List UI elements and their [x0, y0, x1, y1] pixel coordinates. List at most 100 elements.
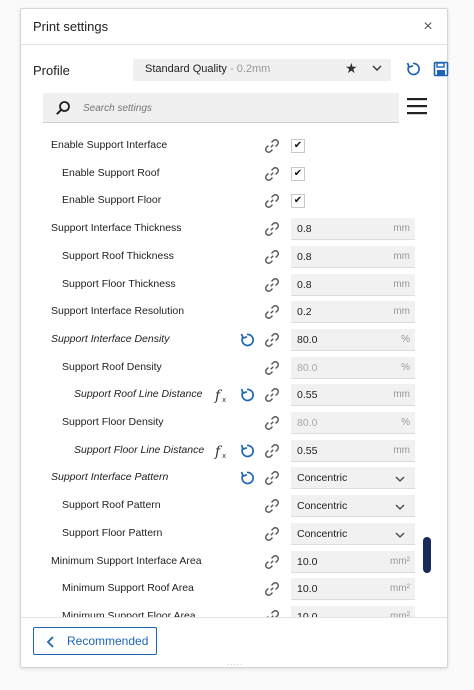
link-icon[interactable]	[264, 360, 280, 376]
reset-icon[interactable]	[239, 332, 255, 348]
setting-unit: mm²	[390, 583, 410, 595]
setting-row: Enable Support Floor ✔	[21, 188, 419, 214]
panel-header: Print settings ×	[21, 9, 447, 45]
setting-input[interactable]: 80.0%	[291, 328, 415, 351]
setting-input[interactable]: 0.55 mm	[291, 384, 415, 407]
setting-value: 80.0	[297, 333, 318, 346]
panel-title: Print settings	[33, 19, 109, 34]
profile-select[interactable]: Standard Quality - 0.2mm ★	[133, 59, 391, 81]
svg-text:x: x	[222, 452, 226, 459]
recommended-label: Recommended	[67, 634, 149, 648]
setting-row: Support Floor Pattern Concentric	[21, 521, 419, 547]
setting-row: Support Floor Thickness 0.8 mm	[21, 272, 419, 298]
setting-row: Minimum Support Floor Area 10.0 mm²	[21, 604, 419, 617]
setting-checkbox[interactable]: ✔	[291, 139, 305, 153]
profile-name: Standard Quality	[145, 63, 227, 75]
link-icon[interactable]	[264, 470, 280, 486]
setting-input: 80.0%	[291, 412, 415, 434]
setting-unit: mm	[393, 250, 410, 262]
setting-label: Enable Support Floor	[62, 194, 162, 207]
setting-row: Support Floor Line Distance f x 0.55 mm	[21, 438, 419, 464]
link-icon[interactable]	[264, 609, 280, 617]
setting-unit: mm²	[390, 555, 410, 567]
link-icon[interactable]	[264, 277, 280, 293]
setting-input[interactable]: 10.0 mm²	[291, 578, 415, 601]
setting-value: 0.55	[297, 444, 318, 457]
setting-input[interactable]: 0.8 mm	[291, 218, 415, 241]
setting-row: Support Roof Pattern Concentric	[21, 493, 419, 519]
setting-value: 0.55	[297, 389, 318, 402]
profile-variant: - 0.2mm	[226, 63, 271, 75]
link-icon[interactable]	[264, 554, 280, 570]
setting-label: Support Roof Pattern	[62, 499, 161, 512]
star-icon[interactable]: ★	[345, 60, 358, 77]
setting-dropdown[interactable]: Concentric	[291, 522, 415, 545]
setting-label: Minimum Support Floor Area	[62, 609, 196, 617]
setting-input[interactable]: 0.55 mm	[291, 439, 415, 462]
link-icon[interactable]	[264, 415, 280, 431]
setting-unit: mm	[393, 444, 410, 456]
scrollbar-thumb[interactable]	[423, 537, 431, 573]
link-icon[interactable]	[264, 221, 280, 237]
setting-input: 80.0%	[291, 356, 415, 379]
save-icon[interactable]	[433, 61, 449, 77]
reset-icon[interactable]	[239, 443, 255, 459]
link-icon[interactable]	[264, 138, 280, 154]
resize-grip[interactable]: .....	[227, 658, 243, 667]
setting-label: Support Interface Resolution	[51, 305, 185, 318]
setting-input[interactable]: 10.0 mm²	[291, 605, 415, 617]
setting-label: Minimum Support Roof Area	[62, 582, 194, 595]
setting-value: 10.0	[297, 555, 318, 568]
setting-value: Concentric	[297, 527, 348, 540]
setting-row: Support Roof Thickness 0.8 mm	[21, 244, 419, 270]
setting-row: Support Interface Resolution 0.2 mm	[21, 299, 419, 325]
link-icon[interactable]	[264, 443, 280, 459]
setting-checkbox[interactable]: ✔	[291, 194, 305, 209]
setting-row: Support Interface Thickness 0.8 mm	[21, 216, 419, 242]
reset-icon[interactable]	[405, 61, 421, 77]
function-icon[interactable]: fx	[213, 443, 229, 460]
setting-unit: mm	[393, 389, 410, 401]
setting-row: Support Roof Density 80.0%	[21, 355, 419, 381]
link-icon[interactable]	[264, 498, 280, 514]
setting-label: Support Interface Pattern	[51, 471, 169, 484]
setting-input[interactable]: 0.8 mm	[291, 245, 415, 268]
link-icon[interactable]	[264, 526, 280, 542]
link-icon[interactable]	[264, 581, 280, 597]
menu-icon[interactable]	[407, 97, 427, 115]
setting-row: Support Roof Line Distance f x 0.55 mm	[21, 382, 419, 408]
link-icon[interactable]	[264, 249, 280, 265]
print-settings-panel: Print settings × Profile Standard Qualit…	[20, 8, 449, 668]
link-icon[interactable]	[264, 332, 280, 348]
search-icon	[56, 101, 70, 115]
function-icon[interactable]: fx	[213, 387, 229, 404]
setting-input[interactable]: 10.0 mm²	[291, 550, 415, 573]
link-icon[interactable]	[264, 304, 280, 320]
close-icon[interactable]: ×	[419, 18, 437, 36]
chevron-down-icon	[395, 476, 405, 483]
setting-label: Enable Support Roof	[62, 166, 160, 179]
setting-input[interactable]: 0.2 mm	[291, 301, 415, 324]
recommended-button[interactable]: Recommended	[33, 627, 157, 655]
setting-label: Minimum Support Interface Area	[51, 554, 202, 567]
link-icon[interactable]	[264, 166, 280, 182]
reset-icon[interactable]	[239, 387, 255, 403]
setting-label: Support Interface Density	[51, 332, 170, 345]
link-icon[interactable]	[264, 387, 280, 403]
setting-value: 10.0	[297, 583, 318, 596]
setting-dropdown[interactable]: Concentric	[291, 467, 415, 490]
chevron-left-icon	[46, 636, 54, 648]
setting-row: Support Interface Density 80.0%	[21, 327, 419, 353]
search-input[interactable]	[83, 99, 383, 117]
setting-value: Concentric	[297, 500, 348, 513]
setting-value: 0.2	[297, 306, 312, 319]
setting-dropdown[interactable]: Concentric	[291, 495, 415, 518]
setting-unit: mm	[393, 306, 410, 318]
setting-checkbox[interactable]: ✔	[291, 166, 305, 181]
reset-icon[interactable]	[239, 470, 255, 486]
link-icon[interactable]	[264, 193, 280, 209]
setting-row: Support Interface Pattern Concentric	[21, 465, 419, 491]
setting-input[interactable]: 0.8 mm	[291, 273, 415, 296]
setting-label: Support Floor Thickness	[62, 277, 176, 290]
setting-label: Support Floor Density	[62, 416, 164, 428]
